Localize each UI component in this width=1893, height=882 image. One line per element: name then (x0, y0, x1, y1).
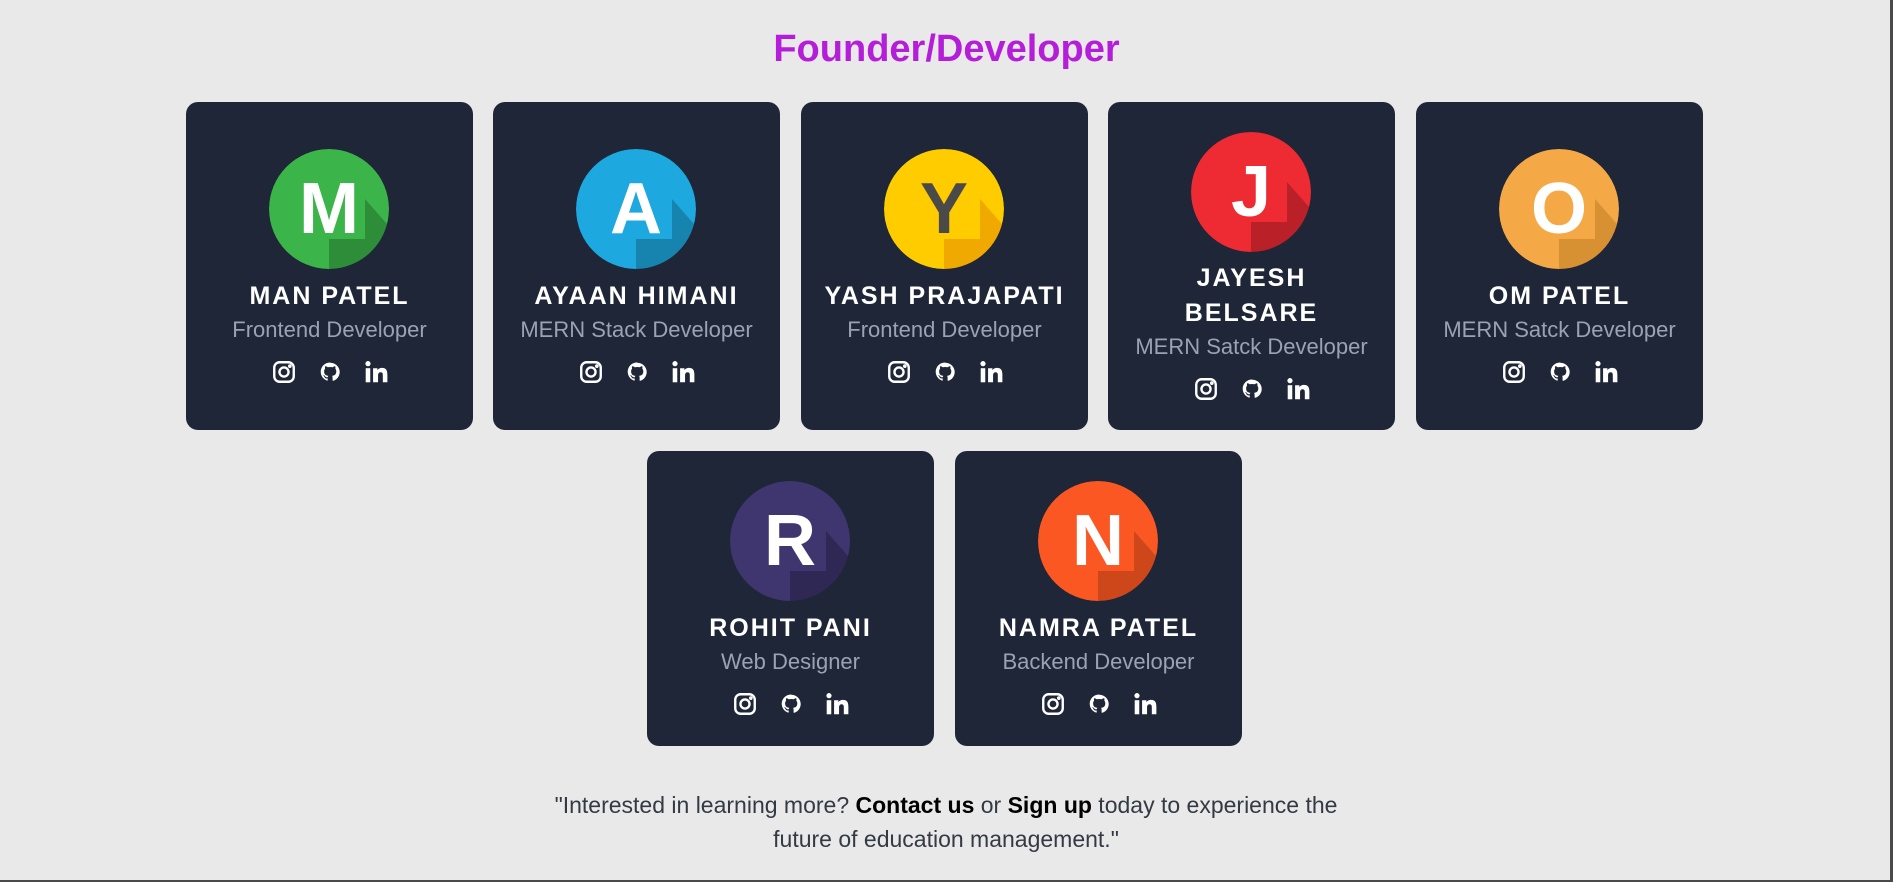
github-icon[interactable] (930, 357, 960, 387)
linkedin-icon[interactable] (1591, 357, 1621, 387)
instagram-icon[interactable] (576, 357, 606, 387)
team-card-namra-patel: N NAMRA PATEL Backend Developer (955, 451, 1242, 746)
member-name: YASH PRAJAPATI (824, 282, 1065, 310)
member-role: MERN Satck Developer (1443, 317, 1676, 342)
social-links (647, 687, 934, 721)
member-role: Frontend Developer (847, 317, 1042, 342)
team-card-ayaan-himani: A AYAAN HIMANI MERN Stack Developer (493, 102, 780, 430)
social-links (493, 355, 780, 389)
instagram-icon[interactable] (730, 689, 760, 719)
linkedin-icon[interactable] (822, 689, 852, 719)
social-links (801, 355, 1088, 389)
avatar-initial: N (1072, 501, 1124, 581)
linkedin-icon[interactable] (1130, 689, 1160, 719)
social-links (186, 355, 473, 389)
sign-up-link[interactable]: Sign up (1008, 792, 1092, 818)
page-title: Founder/Developer (773, 28, 1120, 70)
avatar-initial: A (610, 169, 662, 249)
avatar-initial: O (1531, 169, 1587, 249)
footer-cta: "Interested in learning more? Contact us… (540, 788, 1352, 856)
footer-prefix: "Interested in learning more? (554, 792, 856, 818)
member-name: NAMRA PATEL (998, 614, 1199, 642)
member-name: MAN PATEL (249, 282, 410, 310)
github-icon[interactable] (315, 357, 345, 387)
linkedin-icon[interactable] (1283, 374, 1313, 404)
github-icon[interactable] (776, 689, 806, 719)
linkedin-icon[interactable] (361, 357, 391, 387)
github-icon[interactable] (622, 357, 652, 387)
member-name-line-2: BELSARE (1184, 299, 1319, 327)
avatar: Y (884, 149, 1004, 269)
member-role: MERN Satck Developer (1135, 334, 1368, 359)
member-name: OM PATEL (1488, 282, 1631, 310)
social-links (1416, 355, 1703, 389)
member-role: Frontend Developer (232, 317, 427, 342)
member-name: ROHIT PANI (709, 614, 872, 642)
member-role: MERN Stack Developer (520, 317, 753, 342)
instagram-icon[interactable] (884, 357, 914, 387)
avatar: R (730, 481, 850, 601)
instagram-icon[interactable] (1499, 357, 1529, 387)
footer-or: or (974, 792, 1008, 818)
team-card-rohit-pani: R ROHIT PANI Web Designer (647, 451, 934, 746)
member-name: AYAAN HIMANI (534, 282, 739, 310)
member-role: Web Designer (721, 649, 860, 674)
team-card-om-patel: O OM PATEL MERN Satck Developer (1416, 102, 1703, 430)
avatar: M (269, 149, 389, 269)
github-icon[interactable] (1545, 357, 1575, 387)
team-card-yash-prajapati: Y YASH PRAJAPATI Frontend Developer (801, 102, 1088, 430)
team-card-jayesh-belsare: J JAYESH BELSARE MERN Satck Developer (1108, 102, 1395, 430)
social-links (955, 687, 1242, 721)
github-icon[interactable] (1237, 374, 1267, 404)
avatar-initial: Y (920, 169, 968, 249)
github-icon[interactable] (1084, 689, 1114, 719)
avatar: N (1038, 481, 1158, 601)
member-name-line-1: JAYESH (1196, 264, 1307, 292)
avatar: A (576, 149, 696, 269)
instagram-icon[interactable] (269, 357, 299, 387)
avatar-initial: M (299, 169, 359, 249)
contact-us-link[interactable]: Contact us (856, 792, 975, 818)
linkedin-icon[interactable] (668, 357, 698, 387)
instagram-icon[interactable] (1191, 374, 1221, 404)
member-role: Backend Developer (1002, 649, 1195, 674)
avatar-initial: R (764, 501, 816, 581)
team-card-man-patel: M MAN PATEL Frontend Developer (186, 102, 473, 430)
avatar: O (1499, 149, 1619, 269)
avatar-initial: J (1231, 152, 1271, 232)
avatar: J (1191, 132, 1311, 252)
social-links (1108, 372, 1395, 406)
linkedin-icon[interactable] (976, 357, 1006, 387)
instagram-icon[interactable] (1038, 689, 1068, 719)
